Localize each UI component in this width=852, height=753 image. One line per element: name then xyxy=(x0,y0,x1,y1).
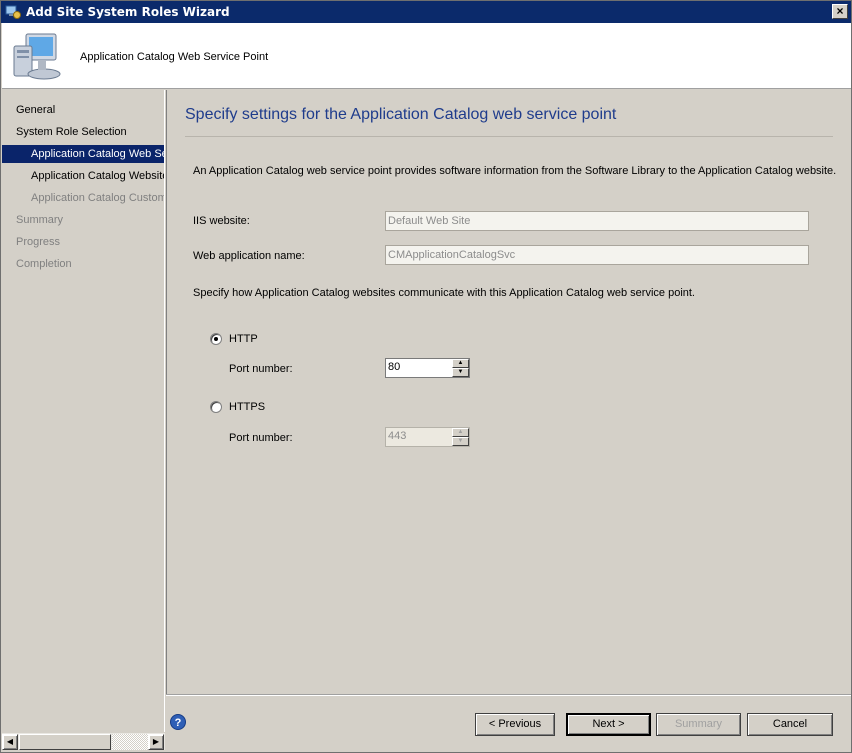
http-port-value[interactable]: 80 xyxy=(388,361,400,373)
page-title: Specify settings for the Application Cat… xyxy=(185,106,617,123)
step-application-catalog-website-point[interactable]: Application Catalog Website Point xyxy=(2,167,164,185)
iis-website-field[interactable]: Default Web Site xyxy=(385,211,809,231)
http-radio[interactable] xyxy=(210,333,222,345)
communication-instructions: Specify how Application Catalog websites… xyxy=(193,287,695,299)
scroll-left-icon[interactable]: ◀ xyxy=(2,734,18,750)
spin-up-icon[interactable]: ▲ xyxy=(452,359,469,368)
https-radio[interactable] xyxy=(210,401,222,413)
http-label[interactable]: HTTP xyxy=(229,333,258,345)
footer-divider xyxy=(166,694,851,696)
header-title: Application Catalog Web Service Point xyxy=(80,51,269,63)
next-button[interactable]: Next > xyxy=(566,713,651,736)
help-icon[interactable]: ? xyxy=(170,714,186,730)
wizard-header: Application Catalog Web Service Point xyxy=(2,23,851,89)
step-system-role-selection[interactable]: System Role Selection xyxy=(2,123,164,141)
iis-website-label: IIS website: xyxy=(193,215,250,227)
step-summary: Summary xyxy=(16,214,64,226)
web-application-name-label: Web application name: xyxy=(193,250,305,262)
title-bar[interactable]: Add Site System Roles Wizard × xyxy=(1,1,851,23)
description-text: An Application Catalog web service point… xyxy=(193,165,837,177)
main-panel: Specify settings for the Application Cat… xyxy=(166,90,851,695)
spin-up-icon: ▲ xyxy=(452,428,469,437)
spin-down-icon: ▼ xyxy=(452,437,469,446)
https-port-value: 443 xyxy=(388,430,407,442)
step-application-catalog-customizations: Application Catalog Customizations xyxy=(31,192,164,204)
step-completion: Completion xyxy=(16,258,72,270)
step-application-catalog-web-service-point[interactable]: Application Catalog Web Service Point xyxy=(2,145,164,163)
sidebar-horizontal-scrollbar[interactable]: ◀ ▶ xyxy=(2,732,165,750)
cancel-button[interactable]: Cancel xyxy=(747,713,833,736)
scrollbar-thumb[interactable] xyxy=(19,734,111,750)
step-progress: Progress xyxy=(16,236,61,248)
window-title: Add Site System Roles Wizard xyxy=(26,5,230,19)
previous-button[interactable]: < Previous xyxy=(475,713,555,736)
https-port-stepper: 443 ▲ ▼ xyxy=(385,427,470,447)
step-general[interactable]: General xyxy=(2,101,164,119)
http-port-label: Port number: xyxy=(229,363,293,375)
wizard-app-icon xyxy=(5,4,21,20)
wizard-steps-sidebar: General System Role Selection Applicatio… xyxy=(2,90,165,732)
web-application-name-field[interactable]: CMApplicationCatalogSvc xyxy=(385,245,809,265)
scroll-right-icon[interactable]: ▶ xyxy=(148,734,164,750)
computer-icon xyxy=(12,32,64,82)
http-port-stepper[interactable]: 80 ▲ ▼ xyxy=(385,358,470,378)
summary-button: Summary xyxy=(656,713,741,736)
spin-down-icon[interactable]: ▼ xyxy=(452,368,469,377)
close-icon[interactable]: × xyxy=(832,4,848,19)
heading-divider xyxy=(185,136,833,137)
scrollbar-track[interactable] xyxy=(112,734,148,750)
wizard-window: Add Site System Roles Wizard × Applicati… xyxy=(0,0,852,753)
https-port-label: Port number: xyxy=(229,432,293,444)
https-label[interactable]: HTTPS xyxy=(229,401,265,413)
